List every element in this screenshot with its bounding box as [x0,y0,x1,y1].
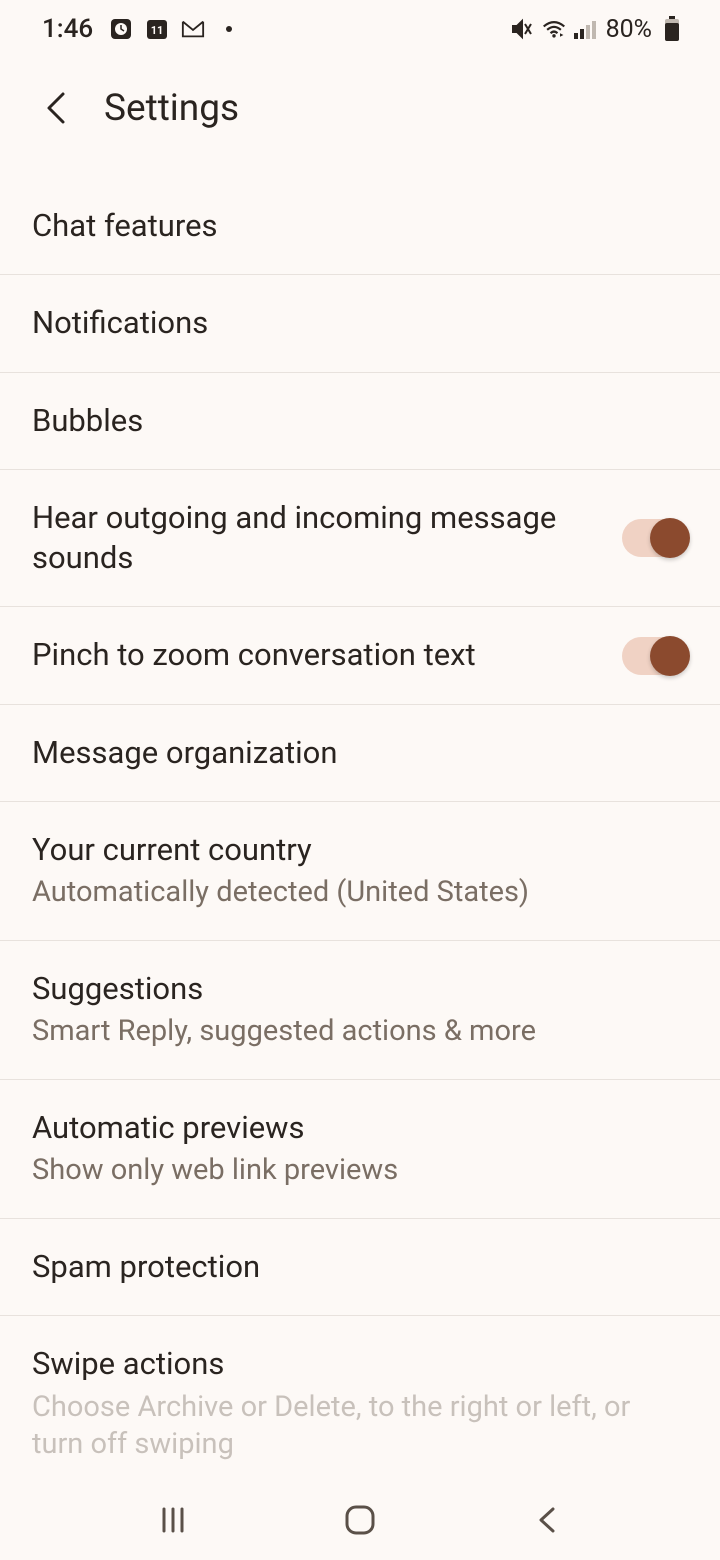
setting-subtitle: Smart Reply, suggested actions & more [32,1013,668,1051]
setting-text: Message organization [32,733,688,773]
status-left: 1:46 11 [42,14,241,44]
setting-suggestions[interactable]: Suggestions Smart Reply, suggested actio… [0,941,720,1080]
setting-notifications[interactable]: Notifications [0,275,720,372]
setting-title: Notifications [32,303,668,343]
setting-title: Suggestions [32,969,668,1009]
chevron-left-icon [43,88,69,128]
notification-dot-icon [217,17,241,41]
setting-text: Suggestions Smart Reply, suggested actio… [32,969,688,1051]
setting-text: Notifications [32,303,688,343]
home-icon [343,1503,377,1537]
setting-title: Chat features [32,206,668,246]
recents-button[interactable] [153,1500,193,1540]
setting-swipe-actions[interactable]: Swipe actions Choose Archive or Delete, … [0,1316,720,1492]
toggle-knob [650,636,690,676]
setting-bubbles[interactable]: Bubbles [0,373,720,470]
setting-text: Swipe actions Choose Archive or Delete, … [32,1344,688,1464]
setting-title: Bubbles [32,401,668,441]
setting-spam-protection[interactable]: Spam protection [0,1219,720,1316]
battery-percentage: 80% [606,15,652,44]
setting-title: Hear outgoing and incoming message sound… [32,498,602,579]
home-button[interactable] [340,1500,380,1540]
toggle-knob [650,518,690,558]
setting-text: Your current country Automatically detec… [32,830,688,912]
svg-text:11: 11 [151,24,164,37]
setting-subtitle: Show only web link previews [32,1152,668,1190]
setting-automatic-previews[interactable]: Automatic previews Show only web link pr… [0,1080,720,1219]
setting-text: Hear outgoing and incoming message sound… [32,498,622,579]
mute-icon [510,17,534,41]
setting-subtitle: Choose Archive or Delete, to the right o… [32,1389,668,1464]
status-right: 80% [510,15,684,44]
setting-chat-features[interactable]: Chat features [0,178,720,275]
setting-title: Message organization [32,733,668,773]
navigation-bar [0,1480,720,1560]
toggle-message-sounds[interactable] [622,519,688,557]
chevron-left-icon [535,1503,559,1537]
setting-text: Pinch to zoom conversation text [32,635,622,675]
recents-icon [158,1505,188,1535]
setting-title: Spam protection [32,1247,668,1287]
signal-icon [574,17,598,41]
page-title: Settings [104,87,239,130]
clock-app-icon [109,17,133,41]
settings-list: Chat features Notifications Bubbles Hear… [0,158,720,1492]
back-button[interactable] [32,84,80,132]
setting-pinch-zoom[interactable]: Pinch to zoom conversation text [0,607,720,704]
setting-text: Automatic previews Show only web link pr… [32,1108,688,1190]
wifi-icon [542,17,566,41]
header: Settings [0,58,720,158]
toggle-pinch-zoom[interactable] [622,637,688,675]
setting-title: Automatic previews [32,1108,668,1148]
setting-title: Pinch to zoom conversation text [32,635,602,675]
back-nav-button[interactable] [527,1500,567,1540]
status-time: 1:46 [42,14,93,44]
battery-icon [660,17,684,41]
setting-subtitle: Automatically detected (United States) [32,874,668,912]
setting-message-sounds[interactable]: Hear outgoing and incoming message sound… [0,470,720,608]
calendar-app-icon: 11 [145,17,169,41]
setting-title: Swipe actions [32,1344,668,1384]
setting-text: Bubbles [32,401,688,441]
setting-current-country[interactable]: Your current country Automatically detec… [0,802,720,941]
setting-text: Spam protection [32,1247,688,1287]
setting-text: Chat features [32,206,688,246]
setting-title: Your current country [32,830,668,870]
setting-message-organization[interactable]: Message organization [0,705,720,802]
gmail-icon [181,17,205,41]
status-bar: 1:46 11 80% [0,0,720,58]
